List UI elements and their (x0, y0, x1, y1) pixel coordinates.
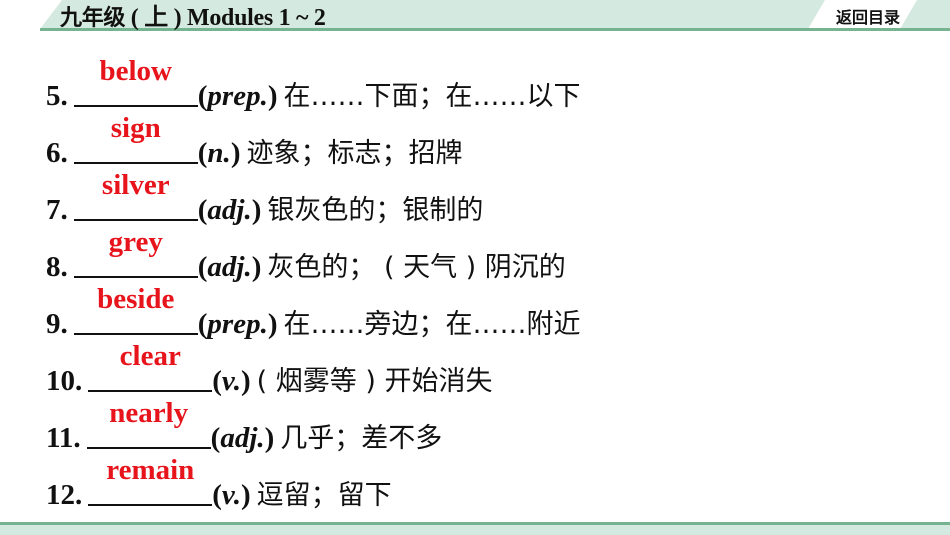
pos-open-paren: ( (197, 251, 208, 283)
pos-open-paren: ( (210, 422, 221, 454)
footer-band (0, 522, 950, 535)
vocabulary-item: 8. grey (adj.) 灰色的； ( 天气 ) 阴沉的 (46, 226, 566, 285)
pos-open-paren: ( (197, 137, 208, 169)
item-number: 7. (46, 194, 68, 226)
chinese-meaning: 灰色的； ( 天气 ) 阴沉的 (267, 252, 566, 283)
pos-close-paren: ) (230, 137, 241, 169)
item-number: 5. (46, 80, 68, 112)
pos-close-paren: ) (251, 251, 262, 283)
item-number: 8. (46, 251, 68, 283)
title-grade: 九年级 (60, 6, 126, 31)
part-of-speech: prep. (207, 308, 268, 340)
item-number: 10. (46, 365, 83, 397)
answer-text: beside (97, 283, 175, 315)
back-to-contents-link[interactable]: 返回目录 (836, 4, 900, 28)
part-of-speech: adj. (220, 422, 265, 454)
answer-blank[interactable]: remain (88, 454, 213, 506)
part-of-speech: n. (207, 137, 231, 169)
answer-blank[interactable]: nearly (86, 397, 211, 449)
item-number: 12. (46, 479, 83, 511)
answer-blank[interactable]: sign (73, 112, 198, 164)
answer-text: sign (110, 112, 161, 144)
vocabulary-item: 11. nearly (adj.) 几乎；差不多 (46, 397, 443, 456)
item-number: 6. (46, 137, 68, 169)
answer-blank[interactable]: below (73, 55, 198, 107)
answer-blank[interactable]: grey (73, 226, 198, 278)
answer-blank[interactable]: clear (88, 340, 213, 392)
chinese-meaning: 几乎；差不多 (280, 423, 443, 454)
pos-close-paren: ) (240, 365, 251, 397)
part-of-speech: v. (221, 479, 241, 511)
pos-close-paren: ) (264, 422, 275, 454)
pos-close-paren: ) (240, 479, 251, 511)
chinese-meaning: 迹象；标志；招牌 (246, 138, 463, 169)
vocabulary-item: 6. sign (n.) 迹象；标志；招牌 (46, 112, 463, 171)
answer-blank[interactable]: beside (73, 283, 198, 335)
answer-text: clear (119, 340, 181, 372)
chinese-meaning: 逗留；留下 (256, 480, 392, 511)
pos-open-paren: ( (197, 194, 208, 226)
title-modules: ( 上 ) Modules 1 ~ 2 (125, 5, 326, 31)
vocabulary-item: 5. below (prep.) 在……下面；在……以下 (46, 55, 581, 114)
part-of-speech: adj. (207, 251, 252, 283)
vocabulary-item: 12. remain (v.) 逗留；留下 (46, 454, 392, 513)
pos-open-paren: ( (197, 308, 208, 340)
part-of-speech: v. (221, 365, 241, 397)
answer-text: nearly (109, 397, 189, 429)
page-title: 九年级 ( 上 ) Modules 1 ~ 2 (60, 0, 326, 32)
answer-text: below (99, 55, 173, 87)
item-number: 9. (46, 308, 68, 340)
pos-open-paren: ( (212, 479, 222, 511)
pos-close-paren: ) (251, 194, 262, 226)
chinese-meaning: 在……下面；在……以下 (283, 81, 581, 112)
pos-close-paren: ) (267, 80, 278, 112)
answer-text: silver (101, 169, 170, 201)
vocabulary-item: 7. silver (adj.) 银灰色的；银制的 (46, 169, 484, 228)
chinese-meaning: ( 烟雾等 ) 开始消失 (256, 366, 493, 397)
part-of-speech: adj. (207, 194, 252, 226)
pos-open-paren: ( (212, 365, 222, 397)
part-of-speech: prep. (207, 80, 268, 112)
answer-text: remain (106, 454, 195, 486)
vocabulary-item: 10. clear (v.)( 烟雾等 ) 开始消失 (46, 340, 493, 399)
answer-text: grey (108, 226, 163, 258)
vocabulary-item: 9. beside (prep.) 在……旁边；在……附近 (46, 283, 581, 342)
answer-blank[interactable]: silver (73, 169, 198, 221)
chinese-meaning: 在……旁边；在……附近 (283, 309, 581, 340)
item-number: 11. (46, 422, 81, 454)
header-band: 九年级 ( 上 ) Modules 1 ~ 2 返回目录 (0, 0, 950, 32)
pos-open-paren: ( (197, 80, 208, 112)
chinese-meaning: 银灰色的；银制的 (267, 195, 484, 226)
pos-close-paren: ) (267, 308, 278, 340)
